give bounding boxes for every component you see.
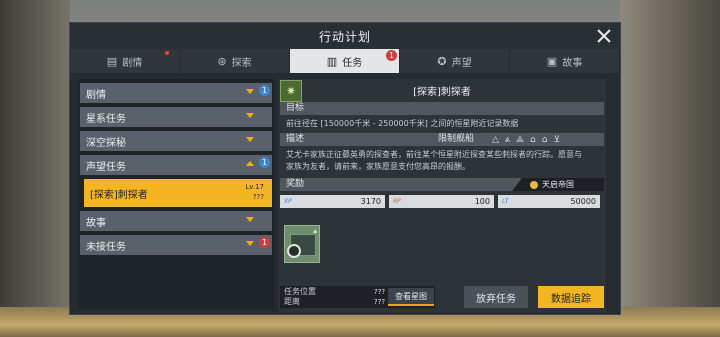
reward-item[interactable]: 🔒︎ [284, 225, 320, 263]
close-icon [597, 29, 611, 43]
description-text: 艾尤卡家族正征募英勇的探查者，前往某个恒星附近探查某些刺探者的行踪。愿意与 家族… [278, 146, 606, 176]
destroyer-icon: ⩓ [504, 135, 510, 145]
tab-reputation[interactable]: ✪ 声望 [400, 49, 510, 73]
chevron-down-icon [246, 137, 254, 142]
xp-label: XP [284, 198, 292, 205]
chevron-up-icon [246, 161, 254, 166]
description-line-2: 家族为友者，请前来，家族愿意支付您高昂的报酬。 [286, 162, 470, 171]
category-deep-space[interactable]: 深空探秘 [80, 131, 272, 151]
distance-value: ??? [374, 298, 386, 306]
reward-title: 奖励 [286, 179, 305, 189]
mission-label: [探索]刺探者 [90, 189, 148, 201]
tab-badge: 1 [386, 50, 397, 61]
ship-class-icons: △ ⩓ ⟁ ⌂ ⌂ ⊻ [492, 134, 560, 147]
window-title: 行动计划 [318, 29, 371, 44]
mission-item-selected[interactable]: [探索]刺探者 Lv.17 ??? [84, 179, 272, 207]
battlecruiser-icon: ⌂ [530, 135, 536, 145]
give-up-mission-button[interactable]: 放弃任务 [464, 286, 528, 308]
category-reputation[interactable]: 声望任务 1 [80, 155, 272, 175]
rp-value: 100 [474, 197, 490, 206]
notebook-icon: ▣ [546, 54, 558, 68]
mission-level-sub: ??? [252, 193, 264, 201]
category-unaccepted[interactable]: 未接任务 1 [80, 235, 272, 255]
background-right [620, 0, 720, 337]
objective-text: 前往径在 [150000千米 - 250000千米] 之间的恒星附近记录数据 [286, 119, 519, 128]
book-icon: ▤ [106, 54, 118, 68]
close-button[interactable] [594, 26, 614, 46]
description-line-1: 艾尤卡家族正征募英勇的探查者，前往某个恒星附近探查某些刺探者的行踪。愿意与 [286, 150, 582, 159]
binoculars-icon: ⊛ [217, 54, 227, 68]
bottom-bar: 任务位置 ??? 距离 ??? 查看星图 放弃任务 数据追踪 [280, 286, 610, 310]
xp-value: 3170 [360, 197, 381, 206]
category-stories[interactable]: 故事 [80, 211, 272, 231]
description-header: 描述 限制舰船 △ ⩓ ⟁ ⌂ ⌂ ⊻ [280, 133, 604, 146]
tab-label: 声望 [451, 57, 472, 69]
ship-limit-label: 限制舰船 [438, 134, 475, 144]
mission-level-value: Lv.17 [245, 183, 264, 191]
action-plan-window: 行动计划 ▤ 剧情 ⊛ 探索 ▥ 任务 1 ✪ 声望 ▣ 故事 剧情 1 星系任… [69, 22, 621, 315]
faction-emblem-icon: ✷ [280, 80, 302, 102]
rp-label: RP [393, 198, 401, 205]
lock-icon: 🔒︎ [313, 227, 317, 235]
category-label: 星系任务 [86, 113, 126, 125]
faction-tag: 天启帝国 [512, 178, 604, 191]
lt-value: 50000 [570, 197, 596, 206]
mission-title: [探索]刺探者 [413, 87, 471, 98]
reward-xp: XP 3170 [280, 195, 385, 208]
mission-level: Lv.17 ??? [245, 182, 264, 202]
carrier-icon: ⌂ [541, 135, 548, 145]
tab-missions[interactable]: ▥ 任务 1 [290, 49, 400, 73]
view-star-map-button[interactable]: 查看星图 [388, 288, 434, 306]
reward-lt: LT 50000 [498, 195, 600, 208]
titlebar: 行动计划 [70, 23, 620, 49]
description-title: 描述 [286, 134, 305, 144]
chevron-down-icon [246, 241, 254, 246]
chevron-down-icon [246, 89, 254, 94]
tab-label: 探索 [231, 57, 252, 69]
tab-story[interactable]: ▤ 剧情 [70, 49, 180, 73]
medal-icon: ✪ [437, 54, 447, 68]
category-label: 深空探秘 [86, 137, 126, 149]
background-left [0, 0, 70, 337]
reward-header: 奖励 天启帝国 [280, 178, 604, 191]
frigate-icon: △ [492, 135, 499, 145]
category-galaxy[interactable]: 星系任务 [80, 107, 272, 127]
objective-header: 目标 [280, 102, 604, 115]
category-badge: 1 [259, 157, 270, 168]
category-story[interactable]: 剧情 1 [80, 83, 272, 103]
tab-label: 剧情 [122, 57, 143, 69]
clipboard-icon: ▥ [326, 54, 338, 68]
category-label: 声望任务 [86, 161, 126, 173]
tab-bar: ▤ 剧情 ⊛ 探索 ▥ 任务 1 ✪ 声望 ▣ 故事 [70, 49, 620, 73]
mission-header: ✷ [探索]刺探者 [278, 79, 606, 102]
category-label: 剧情 [86, 89, 106, 101]
notification-dot [165, 51, 169, 55]
reward-resources: XP 3170 RP 100 LT 50000 [280, 195, 604, 208]
data-track-button[interactable]: 数据追踪 [538, 286, 604, 308]
reward-rp: RP 100 [389, 195, 494, 208]
chevron-down-icon [246, 113, 254, 118]
tab-label: 故事 [562, 57, 583, 69]
category-badge: 1 [259, 85, 270, 96]
distance-label: 距离 [284, 297, 300, 306]
auxiliary-icon: ⊻ [553, 135, 561, 145]
faction-name: 天启帝国 [542, 180, 574, 189]
mission-category-list: 剧情 1 星系任务 深空探秘 声望任务 1 [探索]刺探者 Lv.17 ??? … [78, 79, 274, 309]
tab-label: 任务 [342, 57, 363, 69]
tab-stories[interactable]: ▣ 故事 [510, 49, 620, 73]
faction-icon [530, 180, 538, 189]
category-label: 未接任务 [86, 241, 126, 253]
location-label: 任务位置 [284, 287, 316, 296]
location-value: ??? [374, 288, 386, 296]
lt-label: LT [502, 198, 509, 205]
mission-detail-panel: ✷ [探索]刺探者 目标 前往径在 [150000千米 - 250000千米] … [278, 79, 606, 312]
chevron-down-icon [246, 217, 254, 222]
item-ring-icon [287, 244, 301, 258]
cruiser-icon: ⟁ [516, 135, 525, 145]
category-badge: 1 [259, 237, 270, 248]
category-label: 故事 [86, 217, 106, 229]
tab-explore[interactable]: ⊛ 探索 [180, 49, 290, 73]
